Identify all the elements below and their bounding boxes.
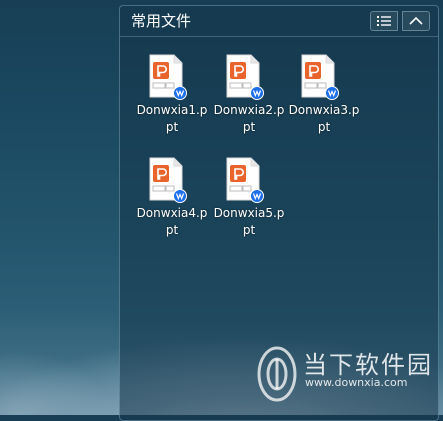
file-item[interactable]: Donwxia5.ppt <box>211 157 287 257</box>
ppt-file-icon <box>149 54 187 100</box>
list-icon <box>377 16 391 26</box>
file-item[interactable]: Donwxia2.ppt <box>211 54 287 154</box>
list-view-button[interactable] <box>370 11 398 31</box>
file-item[interactable]: Donwxia4.ppt <box>134 157 210 257</box>
watermark-url: www.downxia.com <box>305 376 408 389</box>
file-item[interactable]: Donwxia3.ppt <box>286 54 362 154</box>
ppt-file-icon <box>149 157 187 203</box>
ppt-file-icon <box>226 157 264 203</box>
watermark-text: 当下软件园 <box>303 351 433 379</box>
file-item[interactable]: Donwxia1.ppt <box>134 54 210 154</box>
watermark: 当下软件园 www.downxia.com <box>255 345 440 405</box>
panel-title: 常用文件 <box>131 12 192 30</box>
file-name: Donwxia2.ppt <box>213 103 285 134</box>
panel-header: 常用文件 <box>120 6 438 37</box>
file-name: Donwxia3.ppt <box>288 103 360 134</box>
file-name: Donwxia4.ppt <box>136 206 208 237</box>
ppt-file-icon <box>301 54 339 100</box>
downxia-logo-icon <box>257 346 297 402</box>
file-name: Donwxia5.ppt <box>213 206 285 237</box>
collapse-panel-button[interactable] <box>402 11 430 31</box>
ppt-file-icon <box>226 54 264 100</box>
chevron-up-icon <box>409 16 423 25</box>
file-name: Donwxia1.ppt <box>136 103 208 134</box>
